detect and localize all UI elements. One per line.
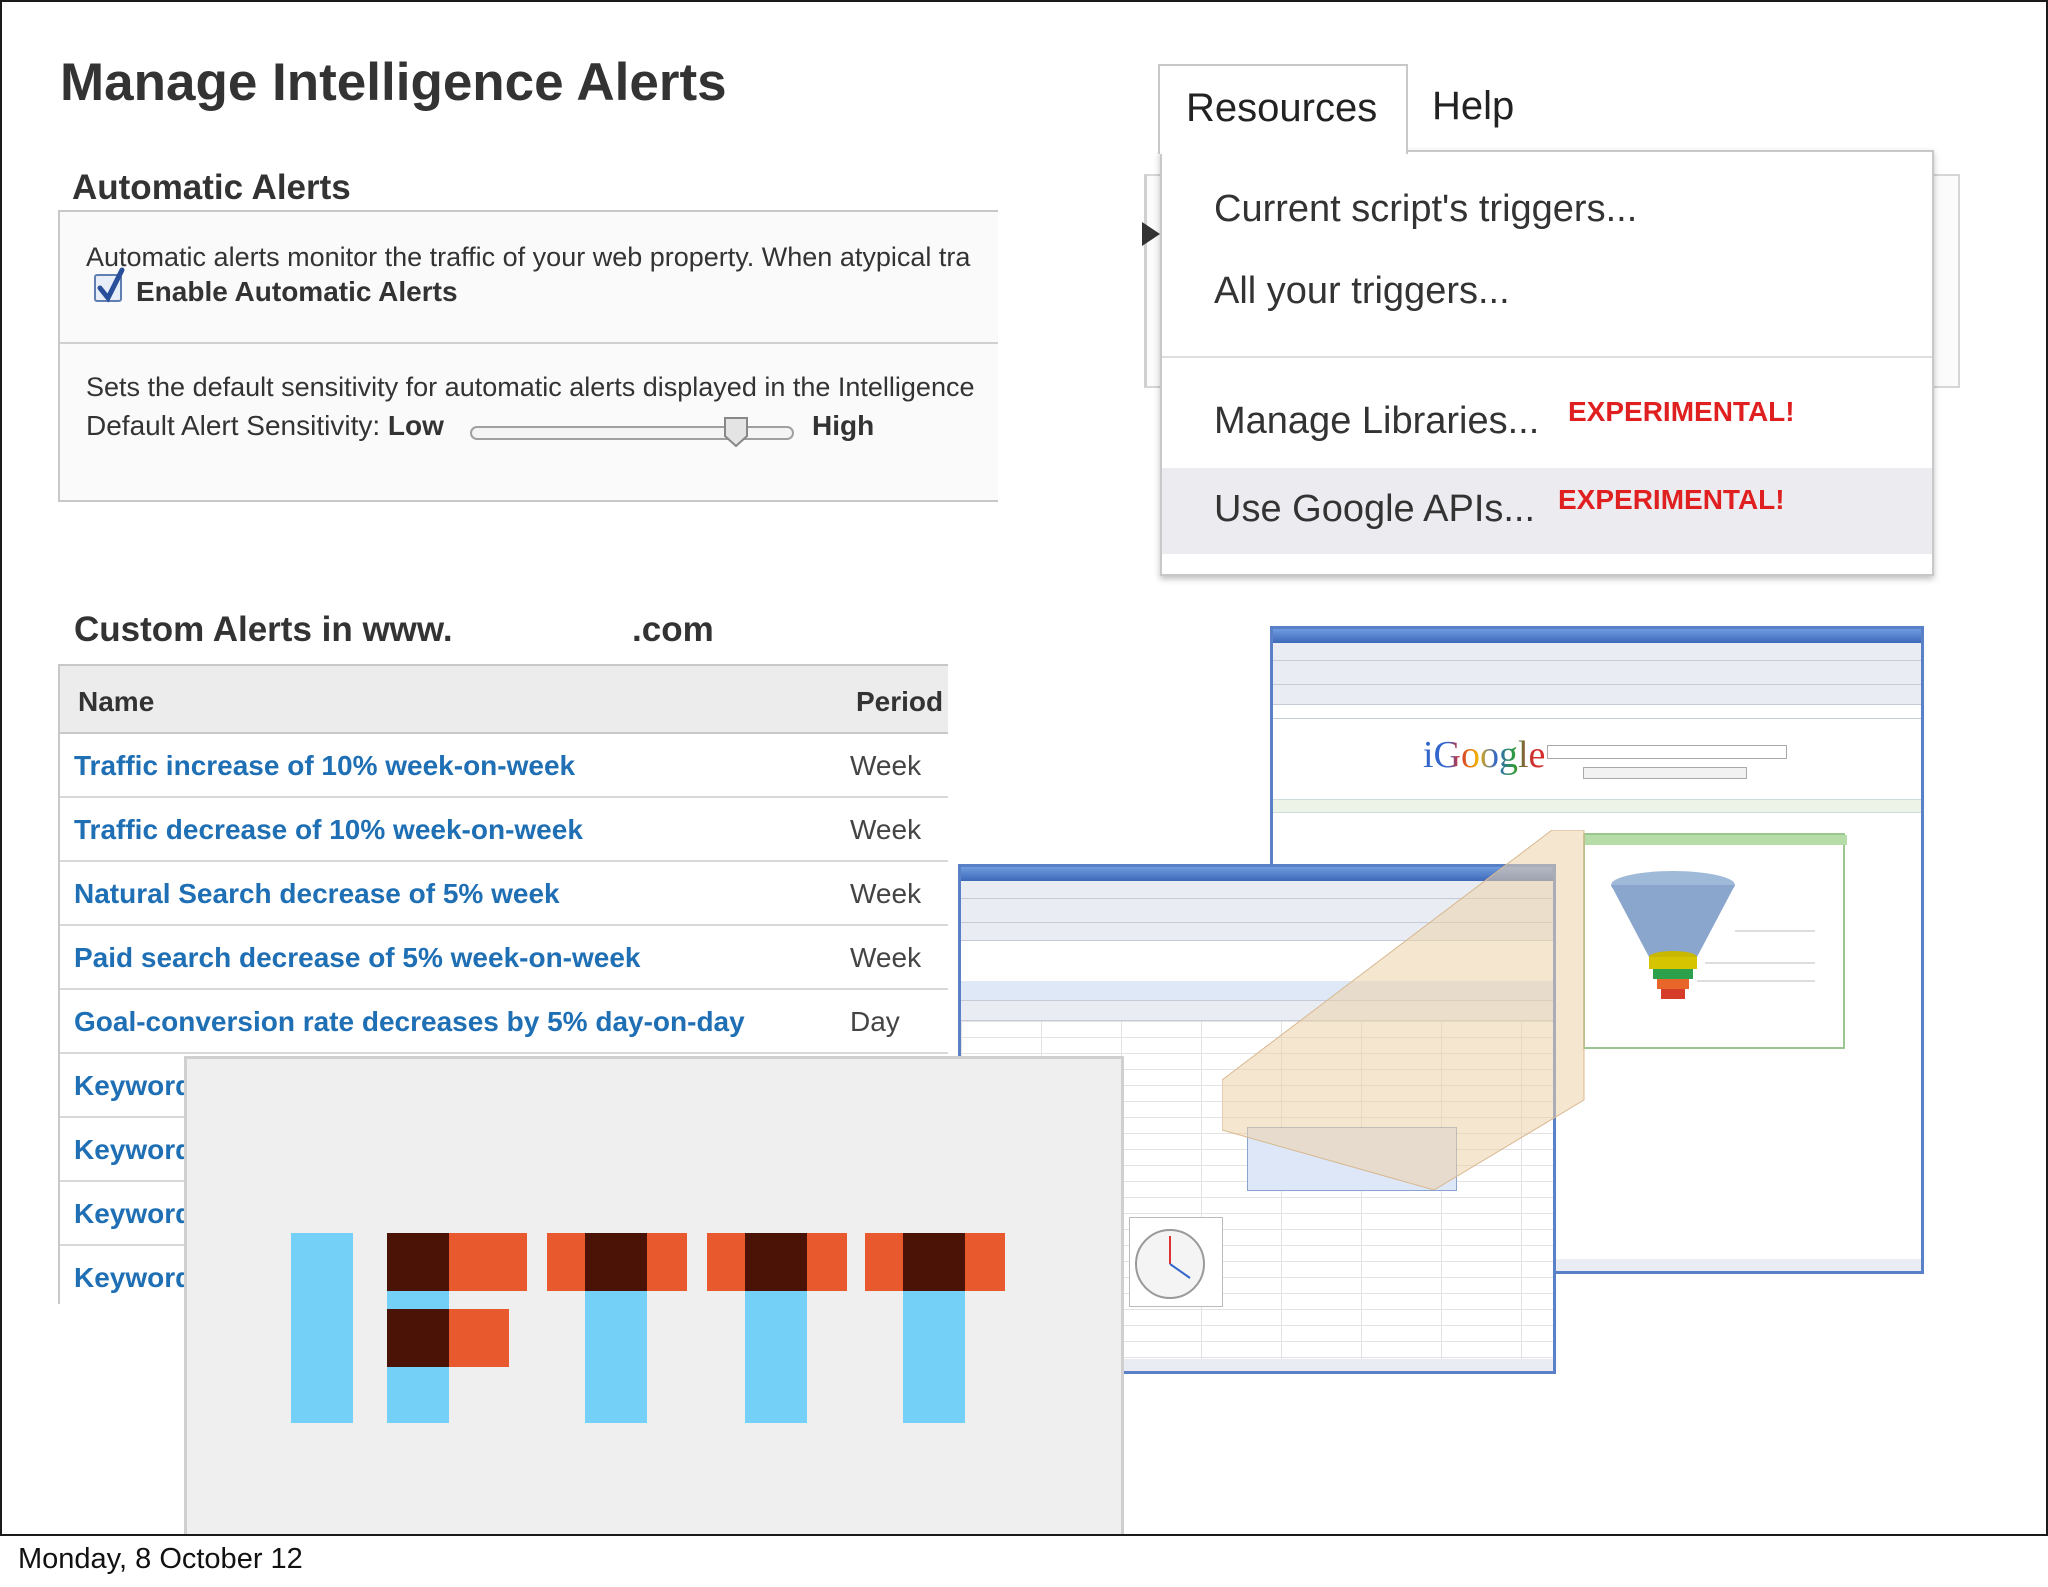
sensitivity-low-label: Low	[387, 410, 444, 441]
ifttt-logo-block	[903, 1233, 965, 1291]
alert-period: Week	[850, 750, 922, 781]
igoogle-tabs-bar	[1273, 799, 1921, 813]
sensitivity-high-label: High	[812, 410, 875, 441]
custom-alerts-heading-prefix: Custom Alerts in www.	[74, 610, 453, 649]
ifttt-logo-block	[387, 1233, 449, 1291]
checkmark-icon	[97, 267, 125, 303]
igoogle-search-buttons[interactable]	[1583, 767, 1747, 779]
window-titlebar	[1273, 629, 1921, 643]
gauge-widget	[1129, 1217, 1223, 1307]
menu-item-use-google-apis[interactable]: Use Google APIs...	[1214, 488, 1535, 531]
alert-period: Week	[850, 878, 922, 909]
table-row: Traffic decrease of 10% week-on-week Wee…	[60, 798, 948, 862]
navigation-toolbar	[1273, 661, 1921, 685]
sensitivity-slider-handle[interactable]	[723, 416, 749, 448]
table-row: Paid search decrease of 5% week-on-week …	[60, 926, 948, 990]
menu-divider	[1162, 356, 1932, 358]
automatic-alerts-row: Automatic alerts monitor the traffic of …	[60, 212, 998, 344]
tab-resources[interactable]: Resources	[1158, 64, 1408, 154]
tab-help[interactable]: Help	[1432, 84, 1514, 129]
ifttt-logo-block	[291, 1233, 353, 1423]
alert-name-link[interactable]: Keyword	[74, 1262, 192, 1294]
automatic-alerts-heading: Automatic Alerts	[72, 168, 351, 207]
automatic-alerts-description: Automatic alerts monitor the traffic of …	[86, 242, 971, 272]
menu-item-current-script-triggers[interactable]: Current script's triggers...	[1214, 188, 1637, 231]
table-header: Name Period	[60, 664, 948, 734]
igoogle-search-input[interactable]	[1547, 745, 1787, 759]
custom-alerts-heading: Custom Alerts in www. .com	[74, 610, 714, 650]
resources-dropdown-menu: Current script's triggers... All your tr…	[1160, 150, 1934, 576]
ifttt-logo-block	[449, 1233, 527, 1291]
ifttt-logo-block	[745, 1233, 807, 1291]
alert-name-link[interactable]: Keyword	[74, 1134, 192, 1166]
ifttt-logo-block	[449, 1309, 509, 1367]
column-header-period[interactable]: Period	[856, 686, 943, 718]
experimental-badge: EXPERIMENTAL!	[1568, 396, 1795, 427]
alert-name-link[interactable]: Paid search decrease of 5% week-on-week	[74, 942, 641, 974]
alert-name-link[interactable]: Traffic increase of 10% week-on-week	[74, 750, 575, 782]
search-toolbar	[1273, 685, 1921, 705]
callout-connector	[1222, 830, 1585, 1190]
page-title: Manage Intelligence Alerts	[60, 53, 727, 112]
igoogle-logo: iGoogle	[1423, 734, 1546, 776]
table-row: Goal-conversion rate decreases by 5% day…	[60, 990, 948, 1054]
alert-period: Day	[850, 1006, 900, 1037]
experimental-badge: EXPERIMENTAL!	[1558, 484, 1785, 515]
enable-automatic-alerts-checkbox[interactable]	[94, 267, 125, 303]
alert-name-link[interactable]: Keyword	[74, 1198, 192, 1230]
automatic-alerts-panel: Automatic alerts monitor the traffic of …	[58, 210, 998, 502]
ifttt-logo-block	[387, 1309, 449, 1367]
table-row: Traffic increase of 10% week-on-week Wee…	[60, 734, 948, 798]
alert-period: Week	[850, 814, 922, 845]
sensitivity-description: Sets the default sensitivity for automat…	[86, 372, 975, 402]
enable-automatic-alerts-label[interactable]: Enable Automatic Alerts	[136, 276, 458, 308]
sensitivity-label-row: Default Alert Sensitivity: Low	[86, 410, 444, 442]
alert-name-link[interactable]: Goal-conversion rate decreases by 5% day…	[74, 1006, 745, 1038]
custom-alerts-heading-suffix: .com	[632, 610, 714, 649]
footer-date: Monday, 8 October 12	[18, 1543, 303, 1575]
ifttt-logo-card	[184, 1056, 1124, 1534]
alert-name-link[interactable]: Keyword	[74, 1070, 192, 1102]
tab-resources-label: Resources	[1186, 86, 1378, 130]
menu-item-all-your-triggers[interactable]: All your triggers...	[1214, 270, 1510, 313]
sensitivity-label: Default Alert Sensitivity:	[86, 410, 381, 441]
alert-name-link[interactable]: Natural Search decrease of 5% week	[74, 878, 560, 910]
ifttt-logo-block	[585, 1233, 647, 1291]
menu-item-manage-libraries[interactable]: Manage Libraries...	[1214, 400, 1539, 443]
slide: Manage Intelligence Alerts Automatic Ale…	[0, 0, 2048, 1536]
menu-bar	[1273, 643, 1921, 661]
play-triangle-icon	[1142, 222, 1160, 246]
alert-name-link[interactable]: Traffic decrease of 10% week-on-week	[74, 814, 583, 846]
links-bar	[1273, 705, 1921, 719]
column-header-name[interactable]: Name	[78, 686, 154, 718]
table-row: Natural Search decrease of 5% week Week	[60, 862, 948, 926]
alert-period: Week	[850, 942, 922, 973]
gauge-icon	[1135, 1229, 1205, 1299]
